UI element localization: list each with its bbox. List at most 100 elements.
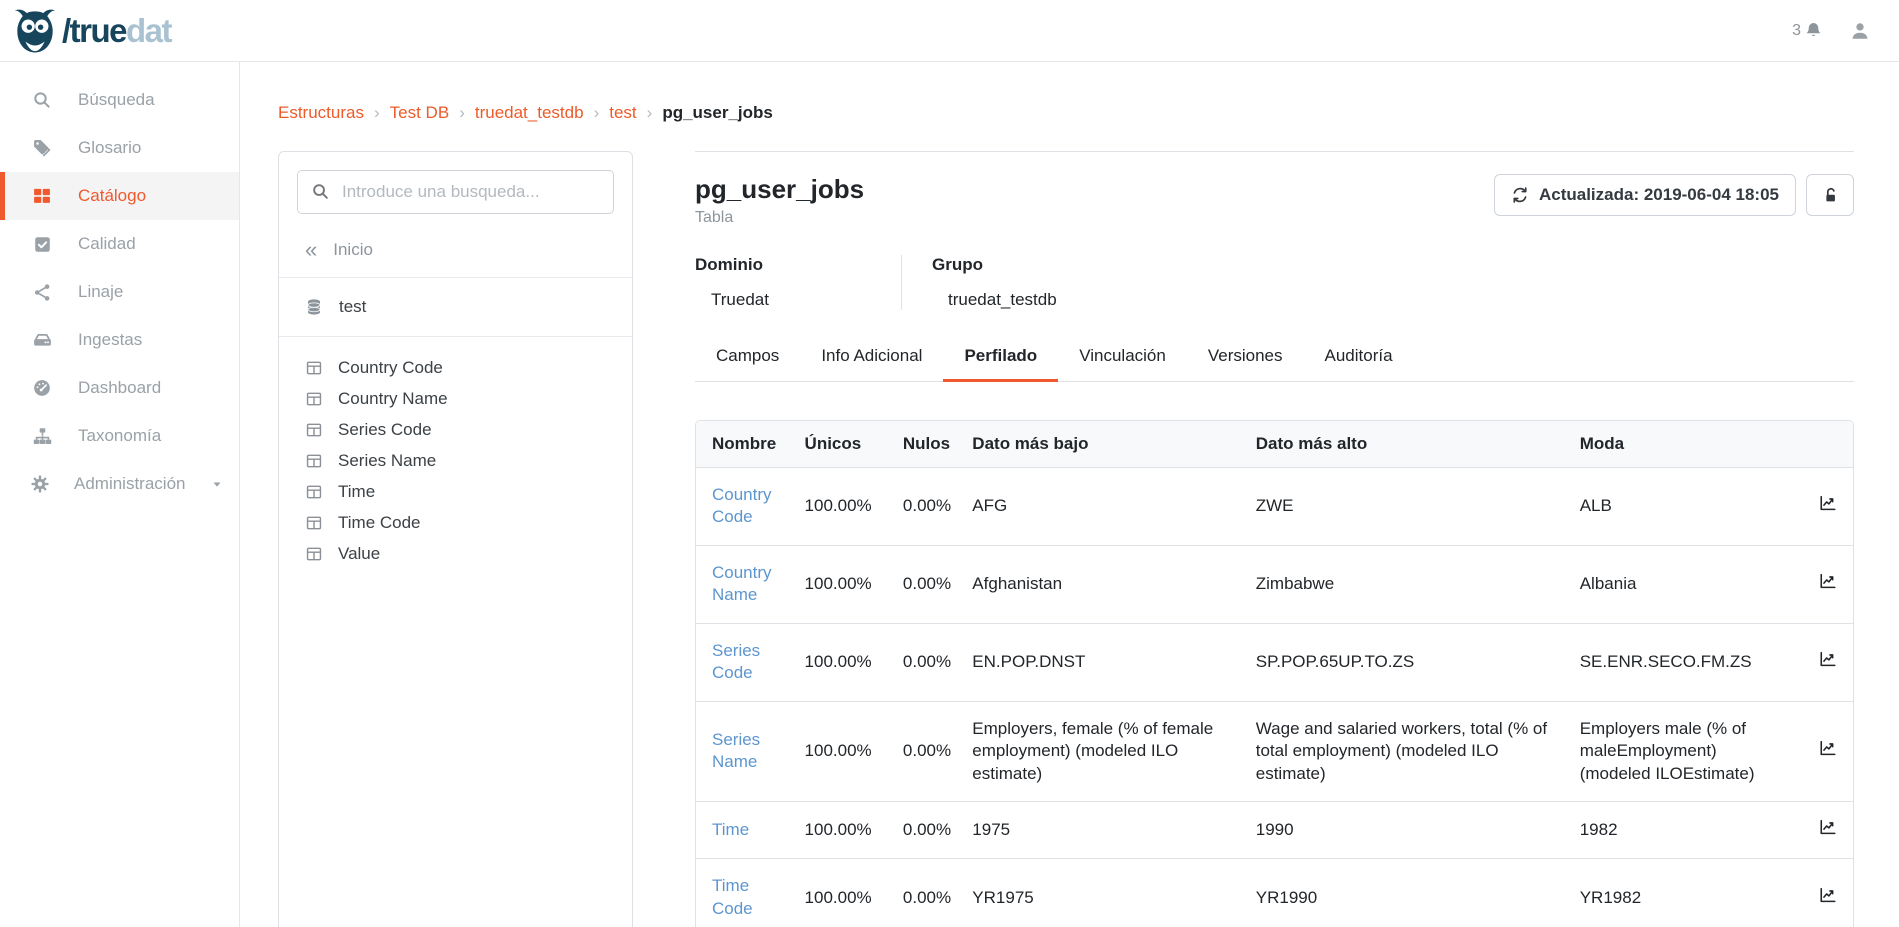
breadcrumb: Estructuras Test DB truedat_testdb test … [278, 103, 1854, 123]
table-row: Country Code 100.00% 0.00% AFG ZWE ALB [696, 468, 1853, 546]
hdd-icon [30, 330, 54, 351]
lowest-value: YR1975 [956, 859, 1239, 927]
breadcrumb-separator-icon [459, 103, 465, 123]
main-sidebar: Búsqueda Glosario Catálog [0, 62, 240, 927]
table-columns-icon [305, 390, 323, 408]
field-link[interactable]: Time Code [712, 876, 753, 917]
field-link[interactable]: Series Name [712, 730, 760, 771]
structure-detail-panel: pg_user_jobs Tabla [695, 151, 1854, 927]
table-row: Series Code 100.00% 0.00% EN.POP.DNST SP… [696, 623, 1853, 701]
sidebar-item-dashboard[interactable]: Dashboard [0, 364, 239, 412]
table-row: Country Name 100.00% 0.00% Afghanistan Z… [696, 545, 1853, 623]
truedat-logo[interactable]: /truedat [14, 8, 171, 54]
field-item-country-name[interactable]: Country Name [305, 388, 632, 410]
gear-icon [30, 474, 50, 494]
column-header-dato-mas-alto: Dato más alto [1240, 421, 1564, 468]
sidebar-item-taxonomia[interactable]: Taxonomía [0, 412, 239, 460]
confidentiality-toggle-button[interactable] [1806, 174, 1854, 216]
tab-campos[interactable]: Campos [695, 336, 800, 382]
field-item-time-code[interactable]: Time Code [305, 512, 632, 534]
chart-line-icon[interactable] [1819, 886, 1837, 904]
main-content: Estructuras Test DB truedat_testdb test … [240, 62, 1899, 927]
chevron-down-icon [210, 477, 224, 491]
sync-icon [1511, 186, 1529, 204]
nulls-value: 0.00% [887, 801, 956, 858]
field-item-series-name[interactable]: Series Name [305, 450, 632, 472]
sidebar-item-calidad[interactable]: Calidad [0, 220, 239, 268]
breadcrumb-link-testdb[interactable]: Test DB [390, 103, 450, 123]
highest-value: Zimbabwe [1240, 545, 1564, 623]
sidebar-item-busqueda[interactable]: Búsqueda [0, 76, 239, 124]
structure-search-input[interactable] [297, 170, 614, 214]
sidebar-item-glosario[interactable]: Glosario [0, 124, 239, 172]
highest-value: SP.POP.65UP.TO.ZS [1240, 623, 1564, 701]
mode-value: SE.ENR.SECO.FM.ZS [1564, 623, 1795, 701]
sidebar-item-ingestas[interactable]: Ingestas [0, 316, 239, 364]
tab-versiones[interactable]: Versiones [1187, 336, 1304, 382]
breadcrumb-link-test[interactable]: test [609, 103, 636, 123]
breadcrumb-current: pg_user_jobs [662, 103, 773, 123]
mode-value: Albania [1564, 545, 1795, 623]
lowest-value: Afghanistan [956, 545, 1239, 623]
field-item-country-code[interactable]: Country Code [305, 357, 632, 379]
chart-line-icon[interactable] [1819, 818, 1837, 836]
user-menu-button[interactable] [1849, 20, 1871, 42]
refresh-metadata-button[interactable]: Actualizada: 2019-06-04 18:05 [1494, 174, 1796, 216]
explorer-database-item[interactable]: test [279, 278, 632, 336]
breadcrumb-link-truedat-testdb[interactable]: truedat_testdb [475, 103, 584, 123]
notifications-button[interactable]: 3 [1792, 21, 1823, 40]
highest-value: ZWE [1240, 468, 1564, 546]
tags-icon [30, 138, 54, 158]
unlock-icon [1821, 186, 1840, 205]
tab-vinculacion[interactable]: Vinculación [1058, 336, 1187, 382]
sidebar-item-administracion[interactable]: Administración [0, 460, 239, 508]
user-icon [1849, 20, 1871, 42]
breadcrumb-separator-icon [647, 103, 653, 123]
search-icon [30, 90, 54, 110]
lowest-value: 1975 [956, 801, 1239, 858]
nulls-value: 0.00% [887, 468, 956, 546]
field-item-series-code[interactable]: Series Code [305, 419, 632, 441]
sidebar-item-linaje[interactable]: Linaje [0, 268, 239, 316]
owl-logo-icon [14, 8, 56, 54]
structure-metadata: Dominio Truedat Grupo truedat_testdb [695, 255, 1854, 310]
table-columns-icon [305, 514, 323, 532]
structure-type-label: Tabla [695, 209, 864, 227]
uniques-value: 100.00% [789, 468, 887, 546]
field-link[interactable]: Time [712, 820, 749, 839]
column-header-actions [1795, 421, 1853, 468]
table-row: Time Code 100.00% 0.00% YR1975 YR1990 YR… [696, 859, 1853, 927]
breadcrumb-link-estructuras[interactable]: Estructuras [278, 103, 364, 123]
highest-value: 1990 [1240, 801, 1564, 858]
column-header-nombre: Nombre [696, 421, 789, 468]
explorer-home-button[interactable]: « Inicio [305, 239, 614, 261]
tab-auditoria[interactable]: Auditoría [1304, 336, 1414, 382]
table-row: Series Name 100.00% 0.00% Employers, fem… [696, 701, 1853, 801]
lowest-value: AFG [956, 468, 1239, 546]
lowest-value: EN.POP.DNST [956, 623, 1239, 701]
field-item-time[interactable]: Time [305, 481, 632, 503]
field-item-value[interactable]: Value [305, 543, 632, 565]
domain-label: Dominio [695, 255, 881, 275]
page-title: pg_user_jobs [695, 174, 864, 205]
field-link[interactable]: Series Code [712, 641, 760, 682]
tab-perfilado[interactable]: Perfilado [943, 336, 1058, 382]
table-header-row: Nombre Únicos Nulos Dato más bajo Dato m… [696, 421, 1853, 468]
highest-value: Wage and salaried workers, total (% of t… [1240, 701, 1564, 801]
chart-line-icon[interactable] [1819, 494, 1837, 512]
column-header-nulos: Nulos [887, 421, 956, 468]
structure-tabs: Campos Info Adicional Perfilado Vinculac… [695, 336, 1854, 382]
table-row: Time 100.00% 0.00% 1975 1990 1982 [696, 801, 1853, 858]
tab-info-adicional[interactable]: Info Adicional [800, 336, 943, 382]
mode-value: Employers male (% of maleEmployment) (mo… [1564, 701, 1795, 801]
field-link[interactable]: Country Code [712, 485, 772, 526]
lowest-value: Employers, female (% of female employmen… [956, 701, 1239, 801]
chart-line-icon[interactable] [1819, 739, 1837, 757]
chart-line-icon[interactable] [1819, 650, 1837, 668]
highest-value: YR1990 [1240, 859, 1564, 927]
column-header-dato-mas-bajo: Dato más bajo [956, 421, 1239, 468]
chart-line-icon[interactable] [1819, 572, 1837, 590]
gauge-icon [30, 378, 54, 398]
field-link[interactable]: Country Name [712, 563, 772, 604]
sidebar-item-catalogo[interactable]: Catálogo [0, 172, 239, 220]
